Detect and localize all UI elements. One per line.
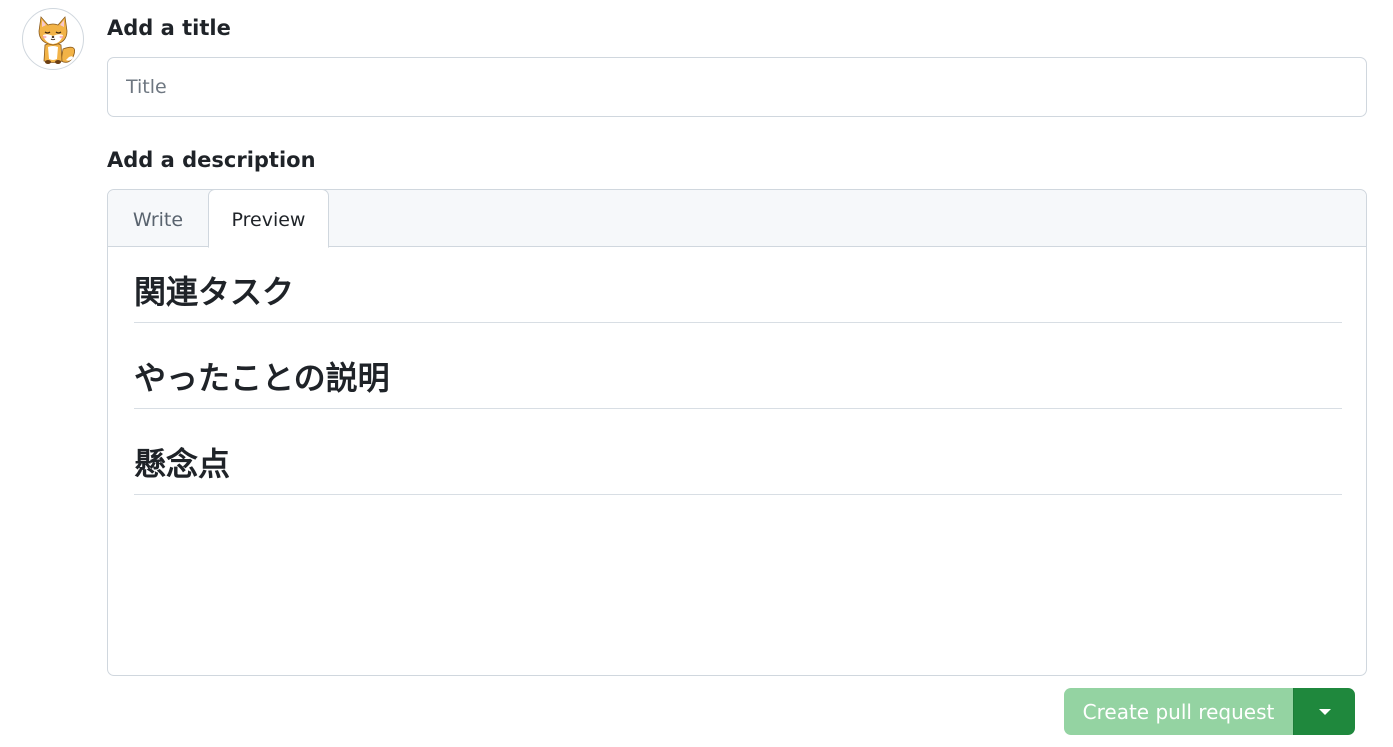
preview-heading-text: 懸念点	[134, 445, 231, 483]
preview-heading-text: やったことの説明	[134, 359, 390, 397]
tab-write[interactable]: Write	[108, 190, 208, 247]
preview-heading: 懸念点	[134, 419, 1342, 495]
title-label: Add a title	[107, 16, 231, 40]
create-pull-request-button[interactable]: Create pull request	[1064, 688, 1293, 735]
tab-preview[interactable]: Preview	[208, 189, 329, 248]
description-editor: Write Preview 関連タスク やったことの説明 懸念点	[107, 189, 1367, 676]
create-options-dropdown-button[interactable]	[1293, 688, 1355, 735]
title-input[interactable]	[107, 57, 1367, 117]
form-actions: Create pull request	[1064, 688, 1355, 735]
triangle-down-icon	[1319, 709, 1331, 715]
description-label: Add a description	[107, 148, 316, 172]
fox-avatar-icon	[38, 16, 76, 64]
preview-heading-text: 関連タスク	[134, 273, 295, 311]
editor-tab-bar: Write Preview	[108, 189, 1366, 248]
user-avatar[interactable]	[22, 8, 84, 70]
preview-heading: やったことの説明	[134, 333, 1342, 409]
preview-heading: 関連タスク	[134, 247, 1342, 323]
